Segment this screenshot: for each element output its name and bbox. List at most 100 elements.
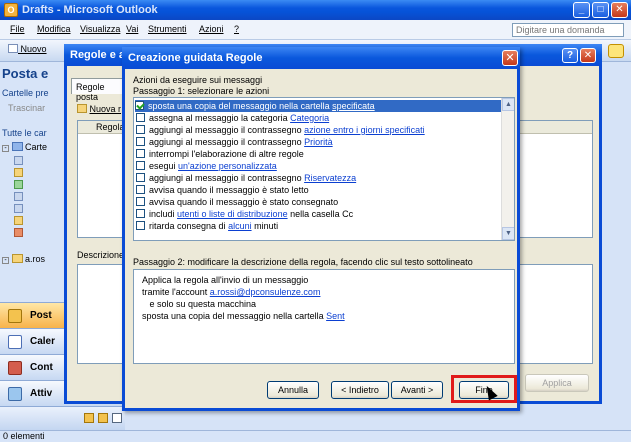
new-rule-label: Nuova r [89,104,122,114]
action-link[interactable]: alcuni [228,221,252,231]
column-rule[interactable]: Regola [96,122,125,132]
new-rule-button[interactable]: Nuova r [77,104,121,114]
all-folders-label: Tutte le car [2,128,47,138]
menu-modifica[interactable]: Modifica [37,24,71,34]
checkbox-icon[interactable] [136,113,145,122]
action-text-suffix: minuti [251,221,279,231]
action-item[interactable]: assegna al messaggio la categoria Catego… [136,112,329,124]
notes-icon[interactable] [84,413,94,423]
folder-icons [14,156,23,240]
nav-button-mail-label: Post [30,310,52,321]
checkbox-checked-icon[interactable] [135,101,144,110]
checkbox-icon[interactable] [136,173,145,182]
checkbox-icon[interactable] [136,137,145,146]
action-text: avvisa quando il messaggio è stato conse… [149,197,339,207]
help-search-input[interactable]: Digitare una domanda [512,23,624,37]
tree-item-account[interactable]: - a.ros [2,254,45,264]
wizard-title-bar: Creazione guidata Regole ✕ [122,47,520,69]
folder-icon [14,168,23,177]
nav-shortcuts-bar [0,406,125,430]
wizard-heading: Azioni da eseguire sui messaggi [133,75,263,85]
description-text: e solo su questa macchina [142,299,257,309]
minimize-icon[interactable]: _ [573,2,590,18]
window-title: Drafts - Microsoft Outlook [22,4,158,16]
menu-help[interactable]: ? [234,24,239,34]
action-link[interactable]: specificata [332,101,375,111]
actions-scrollbar[interactable]: ▲ ▼ [501,98,514,240]
back-button[interactable]: < Indietro [331,381,389,399]
checkbox-icon[interactable] [136,185,145,194]
action-text: ritarda consegna di [149,221,229,231]
checkbox-icon[interactable] [136,161,145,170]
description-text: sposta una copia del messaggio nella car… [142,311,327,321]
action-item[interactable]: interrompi l'elaborazione di altre regol… [136,148,304,160]
tree-account-label: a.ros [25,254,46,264]
nav-button-tasks-label: Attiv [30,388,53,399]
checkbox-icon[interactable] [136,125,145,134]
folder-icon [14,192,23,201]
checkbox-icon[interactable] [136,149,145,158]
action-link[interactable]: Riservatezza [304,173,356,183]
action-item[interactable]: ritarda consegna di alcuni minuti [136,220,278,232]
apply-button[interactable]: Applica [525,374,589,392]
mailbox-icon [11,142,23,151]
menu-vai[interactable]: Vai [126,24,138,34]
tree-expand-icon[interactable]: - [2,145,9,152]
action-link[interactable]: Categoria [290,113,329,123]
drag-hint: Trascinar [8,103,46,113]
rules-wizard-dialog: Creazione guidata Regole ✕ Azioni da ese… [122,47,520,411]
action-link[interactable]: Priorità [304,137,333,147]
action-link[interactable]: utenti o liste di distribuzione [177,209,288,219]
menu-file[interactable]: File [10,24,25,34]
action-text: aggiungi al messaggio il contrassegno [149,125,305,135]
action-item[interactable]: sposta una copia del messaggio nella car… [135,100,502,112]
action-item[interactable]: aggiungi al messaggio il contrassegno Ri… [136,172,356,184]
action-item[interactable]: esegui un'azione personalizzata [136,160,277,172]
checkbox-icon[interactable] [136,197,145,206]
tab-email-rules[interactable]: Regole posta [71,78,129,102]
next-button[interactable]: Avanti > [391,381,443,399]
help-icon[interactable]: ? [562,48,578,63]
shortcuts-icon[interactable] [112,413,122,423]
folder-link[interactable]: Sent [326,311,345,321]
tree-expand-icon[interactable]: - [2,257,9,264]
action-item[interactable]: aggiungi al messaggio il contrassegno az… [136,124,425,136]
action-item[interactable]: avvisa quando il messaggio è stato letto [136,184,309,196]
close-icon[interactable]: ✕ [580,48,596,63]
menu-azioni[interactable]: Azioni [199,24,224,34]
calendar-icon [8,335,22,349]
folder-icon [14,228,23,237]
checkbox-icon[interactable] [136,221,145,230]
action-link[interactable]: azione entro i giorni specificati [304,125,425,135]
folder-icon [14,156,23,165]
rule-description-box: Applica la regola all'invio di un messag… [133,269,515,364]
nav-button-calendar-label: Caler [30,336,56,347]
action-text: avvisa quando il messaggio è stato letto [149,185,309,195]
action-link[interactable]: un'azione personalizzata [178,161,277,171]
action-text: includi [149,209,178,219]
close-window-icon[interactable]: ✕ [611,2,628,18]
menu-bar: File Modifica Visualizza Vai Strumenti A… [0,20,631,40]
menu-visualizza[interactable]: Visualizza [80,24,120,34]
step2-label: Passaggio 2: modificare la descrizione d… [133,257,473,267]
help-icon[interactable] [608,44,624,58]
action-item[interactable]: aggiungi al messaggio il contrassegno Pr… [136,136,333,148]
new-item-button[interactable]: Nuovo [8,44,47,54]
scroll-down-icon[interactable]: ▼ [502,227,514,240]
action-text: esegui [149,161,179,171]
cancel-button[interactable]: Annulla [267,381,319,399]
action-item[interactable]: avvisa quando il messaggio è stato conse… [136,196,338,208]
checkbox-icon[interactable] [136,209,145,218]
action-item[interactable]: includi utenti o liste di distribuzione … [136,208,353,220]
action-text: assegna al messaggio la categoria [149,113,291,123]
account-link[interactable]: a.rossi@dpconsulenze.com [210,287,321,297]
maximize-icon[interactable]: □ [592,2,609,18]
status-bar: 0 elementi [0,430,631,442]
scroll-up-icon[interactable]: ▲ [502,98,514,111]
favorite-folders-label: Cartelle pre [2,88,49,98]
new-rule-icon [77,104,87,113]
menu-strumenti[interactable]: Strumenti [148,24,187,34]
close-icon[interactable]: ✕ [502,50,518,66]
folder-list-icon[interactable] [98,413,108,423]
tree-item-root[interactable]: - Carte [2,142,47,152]
